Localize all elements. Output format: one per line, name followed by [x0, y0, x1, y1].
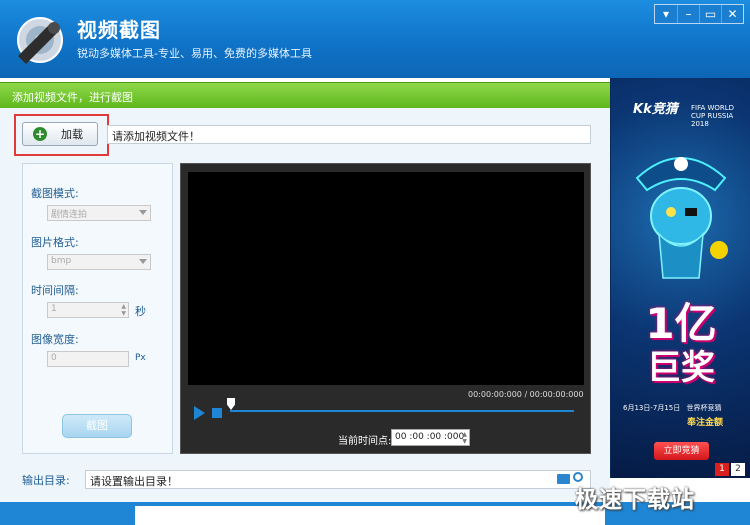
- spin-arrows-icon[interactable]: ▲ ▼: [121, 303, 126, 317]
- ad-slogan: 奉注金额: [687, 418, 724, 428]
- ad-cta-button[interactable]: 立即竞猜: [654, 442, 709, 460]
- play-icon[interactable]: [194, 406, 205, 420]
- ad-page-2[interactable]: 2: [731, 463, 745, 476]
- width-input[interactable]: 0: [47, 351, 129, 367]
- maximize-button[interactable]: ▭: [699, 5, 721, 23]
- video-screen: [188, 172, 584, 385]
- interval-label: 时间间隔:: [31, 284, 79, 297]
- current-time-value: 00 :00 :00 :000: [395, 432, 465, 442]
- ad-event-cn: 世界杯竞猜: [686, 404, 722, 412]
- output-dir-field[interactable]: 请设置输出目录！: [85, 470, 591, 489]
- menu-button[interactable]: ▾: [655, 5, 677, 23]
- width-unit: Px: [135, 353, 146, 363]
- app-subtitle: 锐动多媒体工具-专业、易用、免费的多媒体工具: [77, 47, 312, 60]
- seek-bar[interactable]: [230, 410, 574, 412]
- output-label: 输出目录:: [22, 474, 70, 487]
- interval-stepper[interactable]: 1 ▲ ▼: [47, 302, 129, 318]
- load-button[interactable]: + 加载: [22, 122, 98, 146]
- current-time-stepper[interactable]: 00 :00 :00 :000 ▲ ▼: [391, 429, 470, 446]
- ad-logo: Kk竞猜: [633, 102, 678, 117]
- width-value: 0: [51, 353, 57, 363]
- app-title: 视频截图: [77, 18, 161, 42]
- timecode: 00:00:00:000 / 00:00:00:000: [468, 390, 584, 399]
- plus-icon: +: [33, 127, 47, 141]
- instruction-text: 添加视频文件，进行截图: [12, 91, 133, 104]
- minimize-button[interactable]: –: [677, 5, 699, 23]
- width-label: 图像宽度:: [31, 333, 79, 346]
- load-button-label: 加载: [61, 128, 83, 141]
- ad-page-1[interactable]: 1: [715, 463, 729, 476]
- spin-arrows-icon[interactable]: ▲ ▼: [462, 431, 467, 445]
- video-file-field[interactable]: 请添加视频文件！: [107, 125, 591, 144]
- title-bar: 视频截图 锐动多媒体工具-专业、易用、免费的多媒体工具 ▾ – ▭ ✕: [0, 0, 750, 78]
- ad-event: FIFA WORLD CUP RUSSIA 2018: [691, 104, 735, 128]
- ad-date-range: 6月13日-7月15日: [623, 404, 681, 412]
- status-bar-panel: [135, 506, 605, 525]
- stop-icon[interactable]: [212, 408, 222, 418]
- pirate-mascot-icon: [635, 157, 728, 279]
- interval-unit: 秒: [135, 305, 146, 318]
- format-value: bmp: [51, 256, 72, 266]
- ad-banner[interactable]: Kk竞猜 FIFA WORLD CUP RUSSIA 2018 1亿 巨奖 6月…: [610, 78, 750, 478]
- app-logo-icon: [17, 17, 63, 64]
- folder-icon[interactable]: [557, 474, 570, 484]
- ad-date: 6月13日-7月15日 世界杯竞猜: [623, 403, 721, 413]
- window-controls: ▾ – ▭ ✕: [654, 4, 744, 24]
- watermark: 极速下载站: [575, 487, 695, 513]
- ad-headline-2: 巨奖: [647, 348, 715, 388]
- format-select[interactable]: bmp: [47, 254, 151, 270]
- chevron-down-icon: [139, 210, 147, 215]
- current-time-label: 当前时间点:: [338, 436, 392, 447]
- mode-value: 剧情连拍: [51, 210, 88, 220]
- capture-button[interactable]: 截图: [62, 414, 132, 438]
- mode-label: 截图模式:: [31, 187, 79, 200]
- interval-value: 1: [51, 304, 57, 314]
- chevron-down-icon: [139, 259, 147, 264]
- format-label: 图片格式:: [31, 236, 79, 249]
- close-button[interactable]: ✕: [721, 5, 743, 23]
- mode-select[interactable]: 剧情连拍: [47, 205, 151, 221]
- instruction-banner: 添加视频文件，进行截图: [0, 82, 610, 108]
